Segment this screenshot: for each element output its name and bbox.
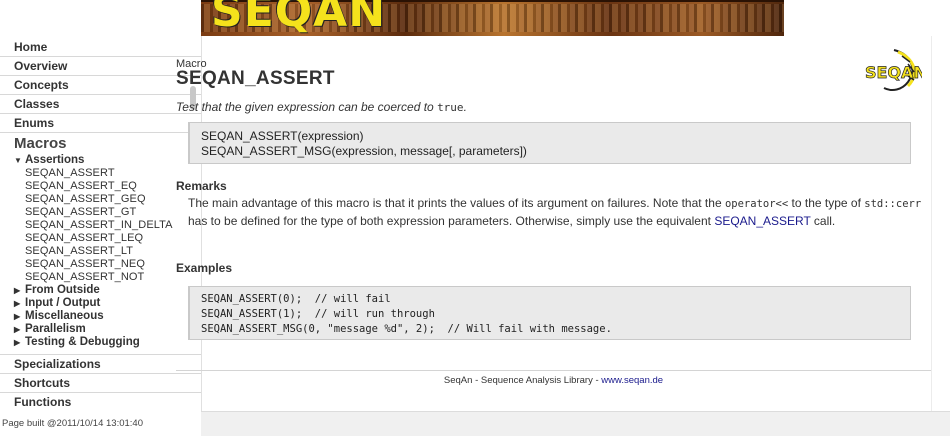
triangle-right-icon: ▶ [14,312,21,321]
tree-group-testing-debugging[interactable]: ▶ Testing & Debugging [0,336,201,349]
examples-heading: Examples [176,261,233,275]
tree-group-label: Parallelism [25,323,86,335]
nav-concepts[interactable]: Concepts [0,76,201,95]
remarks-code: operator<< [724,198,789,210]
tree-group-label: Miscellaneous [25,310,104,322]
remarks-text: The main advantage of this macro is that… [188,195,923,230]
nav-enums[interactable]: Enums [0,114,201,133]
tree-group-from-outside[interactable]: ▶ From Outside [0,284,201,297]
tree-group-input-output[interactable]: ▶ Input / Output [0,297,201,310]
remarks-part: call. [813,214,836,228]
nav-functions[interactable]: Functions [0,393,201,411]
macro-link-seqan-assert-not[interactable]: SEQAN_ASSERT_NOT [0,271,201,284]
footer: SeqAn - Sequence Analysis Library - www.… [176,375,931,386]
corner-logo-text: SEQAN [865,63,922,82]
seqan-corner-logo: SEQAN [865,49,922,91]
macro-link-seqan-assert-neq[interactable]: SEQAN_ASSERT_NEQ [0,258,201,271]
triangle-down-icon: ▼ [14,156,22,165]
main-content: Macro SEQAN_ASSERT SEQAN Test that the g… [176,36,931,411]
tree-group-label: Assertions [25,154,85,166]
examples-code-box: SEQAN_ASSERT(0); // will fail SEQAN_ASSER… [188,286,911,340]
remarks-part: The main advantage of this macro is that… [188,196,722,210]
signature-line: SEQAN_ASSERT(expression) [201,129,364,143]
macro-link-seqan-assert-in-delta[interactable]: SEQAN_ASSERT_IN_DELTA [0,219,201,232]
tree-group-label: Input / Output [25,297,101,309]
sidebar: Home Overview Concepts Classes Enums Mac… [0,36,202,411]
remarks-part: has to be defined for the type of both e… [188,214,711,228]
remarks-heading: Remarks [176,179,227,193]
signature-line: SEQAN_ASSERT_MSG(expression, message[, p… [201,144,527,158]
macro-description: Test that the given expression can be co… [176,100,467,114]
seqan-banner-logo[interactable]: SEQAN [211,0,386,36]
tree-group-label: From Outside [25,284,100,296]
macro-link-seqan-assert-gt[interactable]: SEQAN_ASSERT_GT [0,206,201,219]
nav-classes[interactable]: Classes [0,95,201,114]
remarks-code: std::cerr [864,198,922,210]
description-suffix: . [463,100,467,114]
tree-group-label: Testing & Debugging [25,336,140,348]
code-line: SEQAN_ASSERT_MSG(0, "message %d", 2); //… [201,323,612,335]
tree-group-parallelism[interactable]: ▶ Parallelism [0,323,201,336]
bottom-bar [201,411,950,436]
page-title: SEQAN_ASSERT [176,68,335,89]
nav-shortcuts[interactable]: Shortcuts [0,374,201,393]
nav-home[interactable]: Home [0,36,201,57]
footer-link[interactable]: www.seqan.de [601,375,663,386]
triangle-right-icon: ▶ [14,325,21,334]
triangle-right-icon: ▶ [14,338,21,347]
macro-link-seqan-assert-leq[interactable]: SEQAN_ASSERT_LEQ [0,232,201,245]
tree-group-miscellaneous[interactable]: ▶ Miscellaneous [0,310,201,323]
right-margin [931,36,950,411]
code-line: SEQAN_ASSERT(1); // will run through [201,308,435,320]
tree-group-assertions[interactable]: ▼ Assertions [0,154,201,167]
macro-link-seqan-assert[interactable]: SEQAN_ASSERT [0,167,201,180]
description-code: true [437,101,464,114]
page-built-timestamp: Page built @2011/10/14 13:01:40 [2,418,143,429]
remarks-part: to the type of [791,196,861,210]
seqan-assert-link[interactable]: SEQAN_ASSERT [714,214,810,228]
footer-text: SeqAn - Sequence Analysis Library - [443,375,599,386]
macro-link-seqan-assert-geq[interactable]: SEQAN_ASSERT_GEQ [0,193,201,206]
signature-box: SEQAN_ASSERT(expression) SEQAN_ASSERT_MS… [188,122,911,164]
description-text: Test that the given expression can be co… [176,100,434,114]
macro-link-seqan-assert-eq[interactable]: SEQAN_ASSERT_EQ [0,180,201,193]
macro-link-seqan-assert-lt[interactable]: SEQAN_ASSERT_LT [0,245,201,258]
code-line: SEQAN_ASSERT(0); // will fail [201,293,391,305]
section-title-macros: Macros [14,135,67,152]
triangle-right-icon: ▶ [14,299,21,308]
nav-specializations[interactable]: Specializations [0,355,201,374]
nav-overview[interactable]: Overview [0,57,201,76]
header-banner: SEQAN [201,0,784,36]
footer-divider [176,370,931,371]
triangle-right-icon: ▶ [14,286,21,295]
